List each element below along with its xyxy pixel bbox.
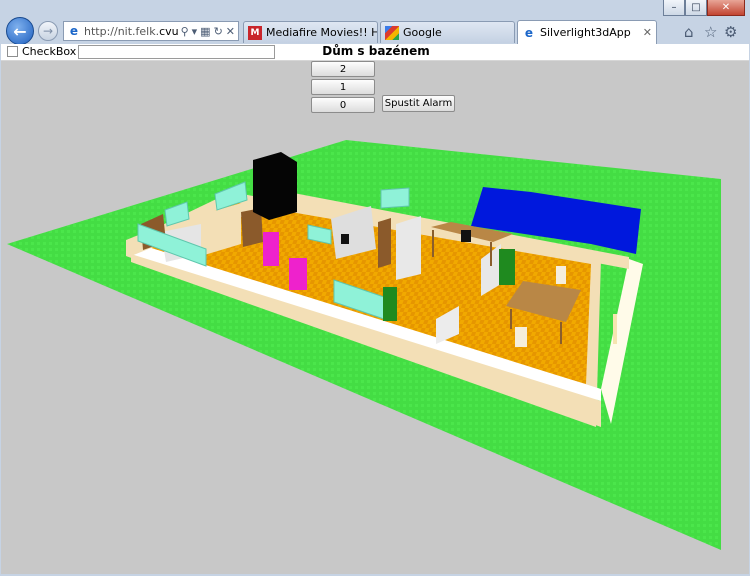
ie-page-icon: e xyxy=(69,24,79,38)
forward-arrow-icon: → xyxy=(42,24,54,38)
silverlight-top-bar: CheckBox Dům s bazénem xyxy=(1,44,749,61)
address-bar[interactable]: e http://nit.felk.cvut... ⚲ ▾ ▦ ↻ ✕ xyxy=(63,21,239,41)
forward-button[interactable]: → xyxy=(38,21,58,41)
tab-silverlight3dapp[interactable]: e Silverlight3dApp ✕ xyxy=(517,20,657,44)
silverlight-content: CheckBox Dům s bazénem 2 1 0 Spustit Ala… xyxy=(1,44,749,574)
compatibility-view-icon[interactable]: ▦ xyxy=(200,25,210,38)
monitor xyxy=(461,230,471,242)
text-input[interactable] xyxy=(78,45,275,59)
window xyxy=(380,187,410,209)
floor-0-button[interactable]: 0 xyxy=(311,97,375,113)
house-3d-scene[interactable] xyxy=(1,44,749,574)
browser-window: – □ ✕ ← → e http://nit.felk.cvut... ⚲ ▾ … xyxy=(0,0,750,576)
chair xyxy=(515,327,527,347)
green-appliance xyxy=(499,249,515,285)
pink-appliance xyxy=(289,258,307,290)
ie-page-icon: e xyxy=(524,25,534,40)
favorites-star-icon[interactable]: ☆ xyxy=(704,23,717,41)
tab-label: Mediafire Movies!! High ... xyxy=(266,26,377,39)
gear-icon[interactable]: ⚙ xyxy=(724,23,737,41)
page-title: Dům s bazénem xyxy=(322,44,430,58)
tab-label: Silverlight3dApp xyxy=(540,26,631,39)
chimney xyxy=(253,152,297,220)
checkbox[interactable] xyxy=(7,46,18,57)
close-tab-icon[interactable]: ✕ xyxy=(643,26,652,39)
search-icon[interactable]: ⚲ xyxy=(181,25,189,38)
alarm-button[interactable]: Spustit Alarm xyxy=(382,95,455,112)
address-url: http://nit.felk.cvut... xyxy=(84,24,178,38)
radiator xyxy=(613,314,617,344)
home-icon[interactable]: ⌂ xyxy=(684,23,694,41)
tab-google[interactable]: Google xyxy=(380,21,515,43)
tab-label: Google xyxy=(403,26,442,39)
navigation-bar: ← → e http://nit.felk.cvut... ⚲ ▾ ▦ ↻ ✕ … xyxy=(0,14,750,46)
mediafire-icon: M xyxy=(248,25,262,40)
green-appliance xyxy=(383,287,397,321)
google-icon xyxy=(385,25,399,40)
checkbox-label: CheckBox xyxy=(22,45,77,58)
door xyxy=(378,218,391,268)
interior-wall xyxy=(396,216,421,280)
stop-icon[interactable]: ✕ xyxy=(226,25,235,38)
floor-1-button[interactable]: 1 xyxy=(311,79,375,95)
back-button[interactable]: ← xyxy=(6,17,34,45)
pink-appliance xyxy=(263,232,279,266)
monitor xyxy=(341,234,349,244)
chair xyxy=(556,266,566,284)
refresh-icon[interactable]: ↻ xyxy=(214,25,223,38)
back-arrow-icon: ← xyxy=(13,21,27,41)
floor-2-button[interactable]: 2 xyxy=(311,61,375,77)
dropdown-arrow-icon[interactable]: ▾ xyxy=(192,25,198,38)
tab-mediafire[interactable]: M Mediafire Movies!! High ... xyxy=(243,21,378,43)
